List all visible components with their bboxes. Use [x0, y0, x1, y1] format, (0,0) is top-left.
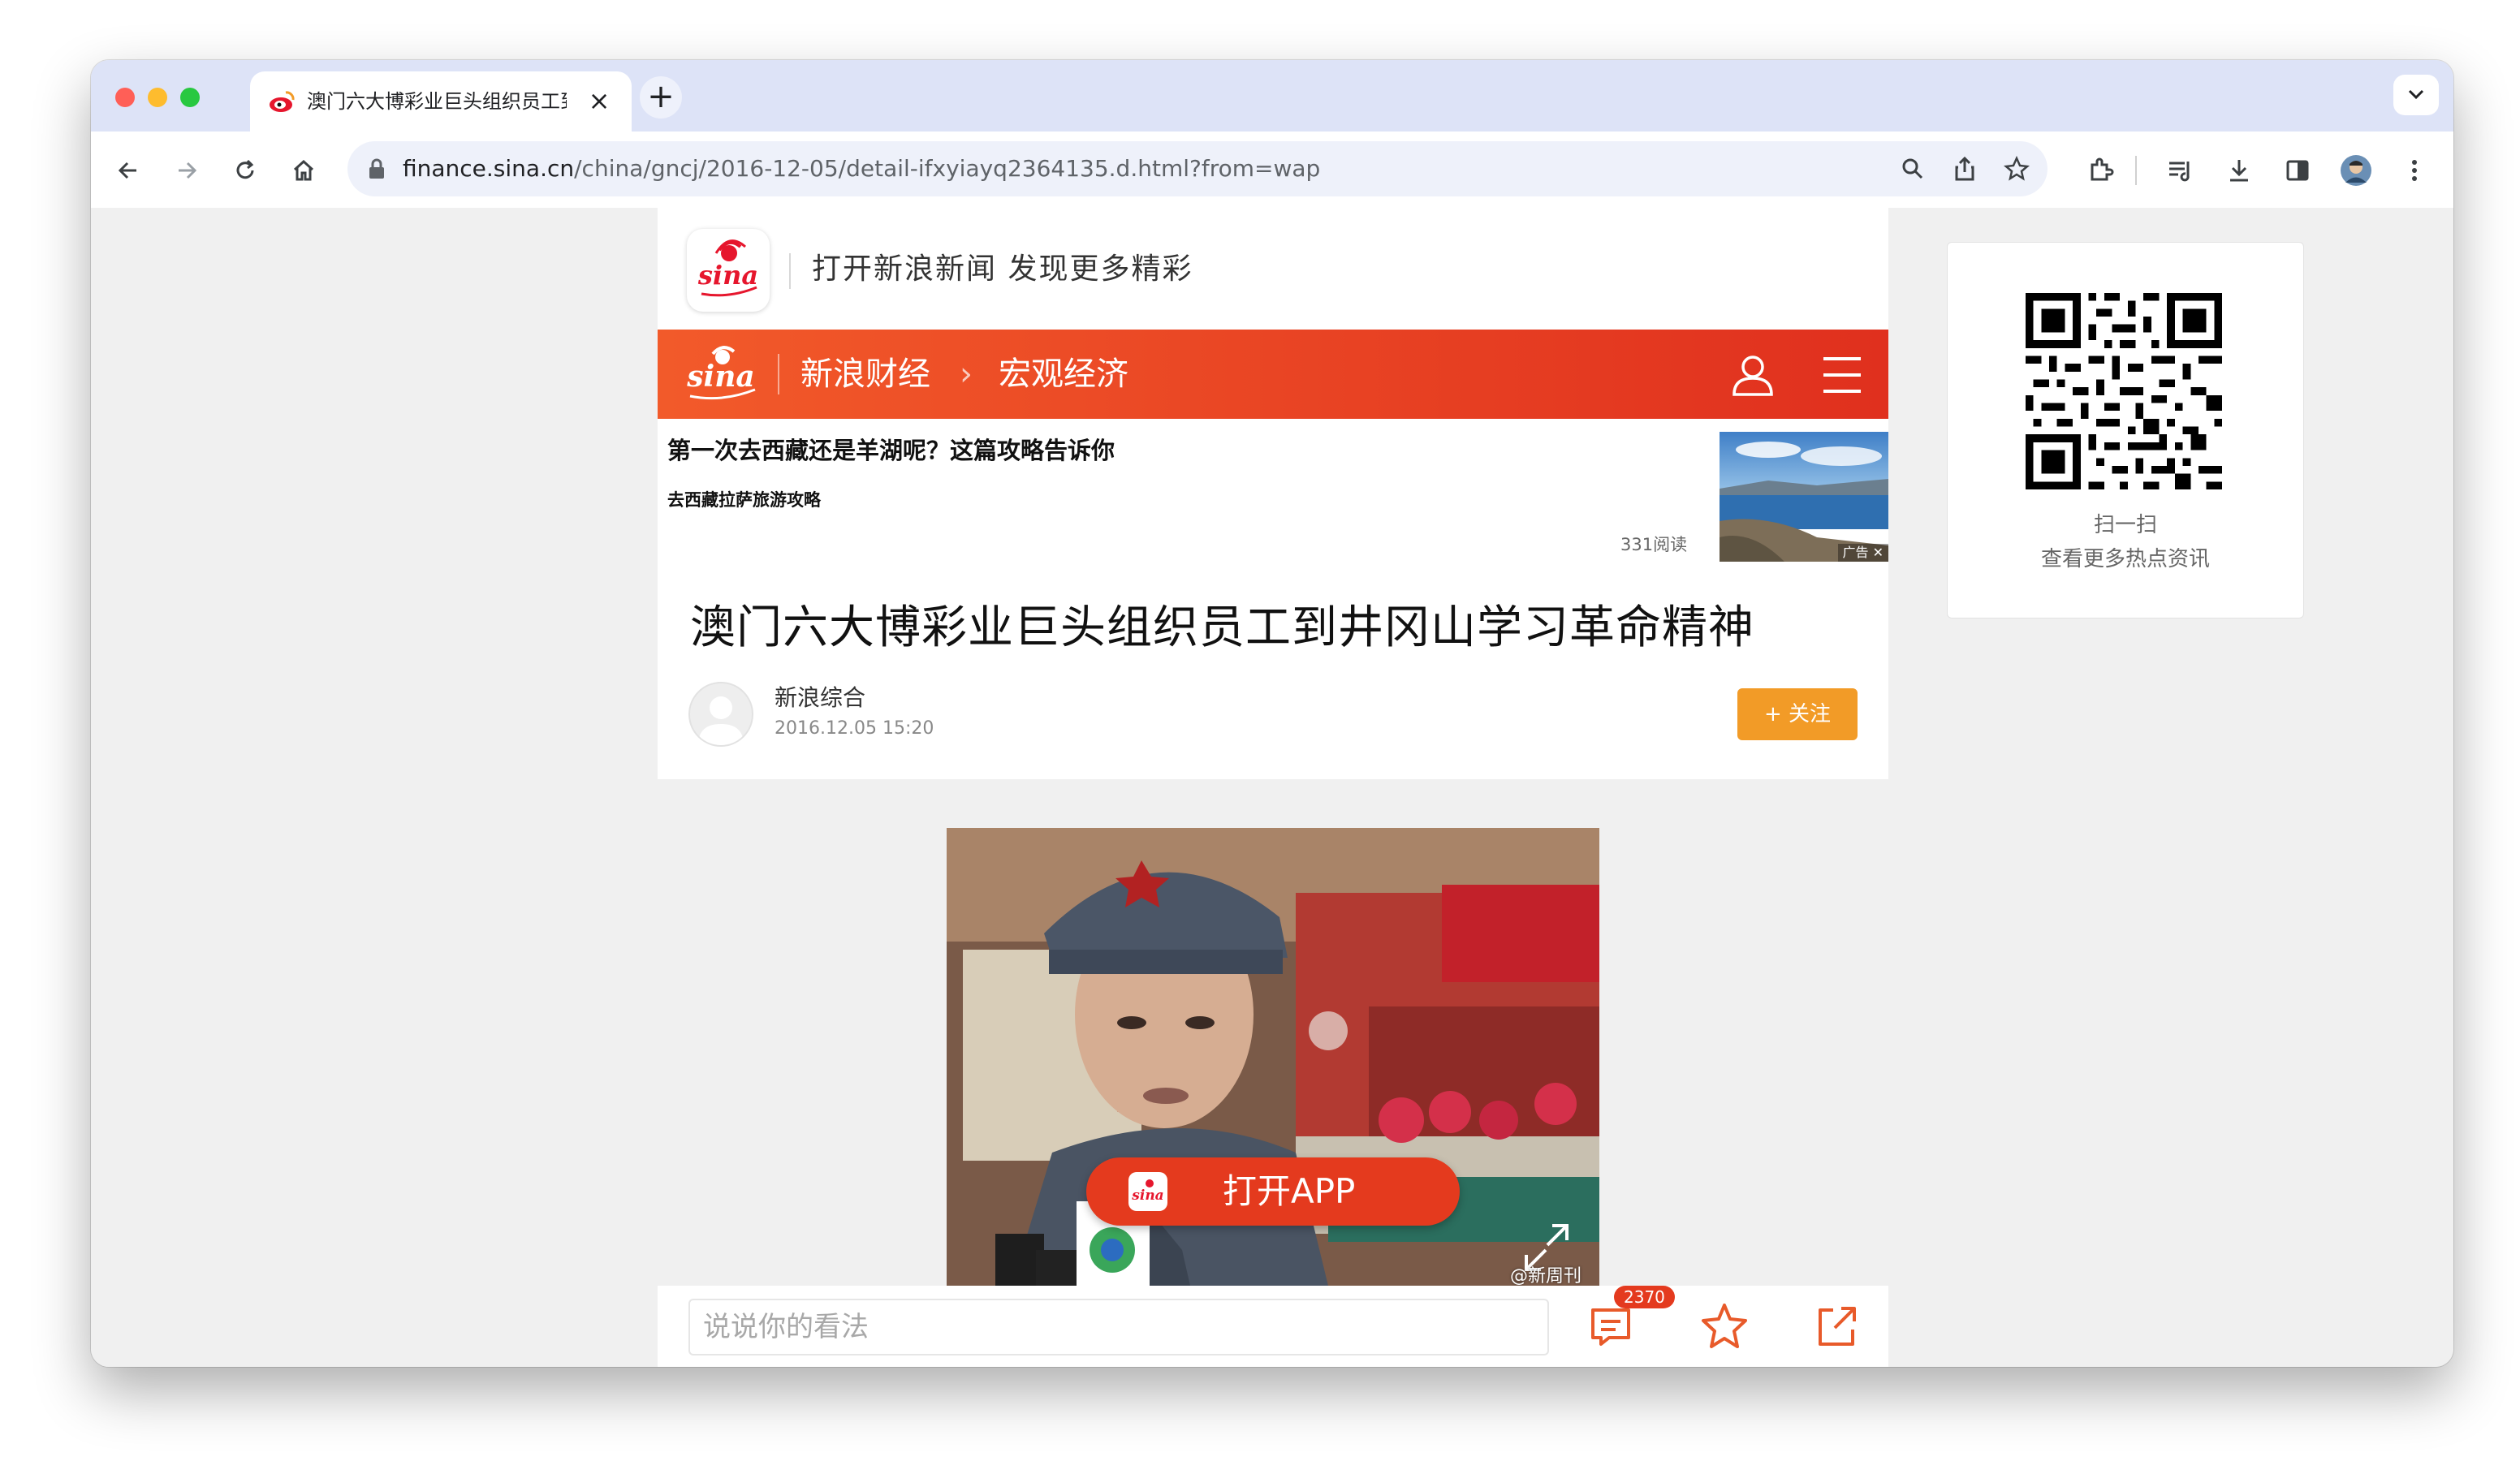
more-menu-button[interactable] [2392, 148, 2437, 193]
article-header-section: 第一次去西藏还是羊湖呢？这篇攻略告诉你 去西藏拉萨旅游攻略 331阅读 广告 ✕… [658, 419, 1888, 779]
browser-toolbar: finance.sina.cn/china/gncj/2016-12-05/de… [91, 131, 2453, 209]
reload-button[interactable] [222, 148, 268, 193]
active-tab[interactable]: 澳门六大博彩业巨头组织员工到井冈山学习革命精神 × [250, 71, 632, 131]
new-tab-button[interactable]: + [640, 76, 682, 119]
reading-list-button[interactable] [2158, 148, 2203, 193]
toolbar-divider [2135, 156, 2137, 185]
extensions-button[interactable] [2078, 148, 2124, 193]
qr-caption-more: 查看更多热点资讯 [2040, 547, 2210, 571]
qr-caption-scan: 扫一扫 [2093, 513, 2157, 537]
home-button[interactable] [281, 148, 326, 193]
sina-eye-logo-icon: sina [697, 239, 758, 297]
bookmark-star-icon[interactable] [2004, 156, 2030, 182]
nav-divider [778, 354, 779, 394]
page-viewport: sina 打开新浪新闻 发现更多精彩 sina 新浪财经 › 宏观经济 第一次去… [91, 208, 2453, 1367]
sina-favicon-icon [270, 91, 295, 112]
close-window-button[interactable] [115, 88, 135, 107]
sina-app-logo-small: sina [1128, 1172, 1167, 1211]
ad-subtitle: 去西藏拉萨旅游攻略 [667, 490, 821, 510]
download-icon [2230, 160, 2248, 182]
qr-code-image [2026, 293, 2222, 489]
comment-count-badge: 2370 [1614, 1286, 1675, 1308]
ad-read-count: 331阅读 [1620, 535, 1688, 554]
qr-code-card: 扫一扫 查看更多热点资讯 [1947, 242, 2304, 618]
follow-button[interactable]: + 关注 [1737, 688, 1858, 740]
minimize-window-button[interactable] [148, 88, 167, 107]
home-icon [293, 159, 314, 181]
reading-list-icon [2169, 162, 2190, 182]
tab-title: 澳门六大博彩业巨头组织员工到井冈山学习革命精神 [307, 90, 567, 113]
author-name[interactable]: 新浪综合 [775, 682, 865, 714]
comment-input[interactable] [688, 1299, 1549, 1355]
user-icon[interactable] [1729, 351, 1776, 398]
chevron-down-icon [2408, 89, 2424, 100]
profile-button[interactable] [2333, 148, 2379, 193]
lake-landscape-image [1720, 432, 1888, 562]
sina-logo[interactable]: sina [677, 339, 766, 409]
banner-slogan: 打开新浪新闻 发现更多精彩 [812, 252, 1193, 286]
svg-text:sina: sina [686, 360, 754, 394]
forward-button[interactable] [164, 148, 209, 193]
forward-icon [179, 162, 197, 179]
tab-close-icon[interactable]: × [585, 86, 614, 115]
app-download-banner[interactable]: sina 打开新浪新闻 发现更多精彩 [658, 208, 1888, 330]
browser-window: 澳门六大博彩业巨头组织员工到井冈山学习革命精神 × + finance.sina… [91, 60, 2453, 1367]
nav-subsection-link[interactable]: 宏观经济 [999, 351, 1128, 398]
sina-nav-bar: sina 新浪财经 › 宏观经济 [658, 330, 1888, 419]
tab-strip: 澳门六大博彩业巨头组织员工到井冈山学习革命精神 × + [91, 60, 2453, 131]
author-avatar[interactable] [688, 682, 753, 747]
favorite-star-icon[interactable] [1698, 1300, 1750, 1352]
zoom-icon[interactable] [1901, 157, 1924, 180]
back-button[interactable] [106, 148, 151, 193]
sina-app-logo: sina [687, 229, 770, 312]
publish-date: 2016.12.05 15:20 [775, 718, 934, 739]
address-bar[interactable]: finance.sina.cn/china/gncj/2016-12-05/de… [347, 141, 2048, 196]
share-icon[interactable] [1810, 1300, 1862, 1352]
svg-text:sina: sina [697, 260, 758, 291]
open-app-button[interactable]: sina 打开APP [1086, 1157, 1460, 1226]
more-menu-icon [2412, 160, 2417, 181]
ad-thumbnail[interactable]: 广告 ✕ [1720, 432, 1888, 562]
ad-badge[interactable]: 广告 ✕ [1837, 544, 1888, 562]
url-text: finance.sina.cn/china/gncj/2016-12-05/de… [403, 155, 1321, 182]
comment-bar: 2370 [658, 1286, 1888, 1367]
article-column: sina 打开新浪新闻 发现更多精彩 sina 新浪财经 › 宏观经济 第一次去… [658, 208, 1888, 1367]
breadcrumb-chevron-icon: › [960, 356, 973, 393]
default-avatar-icon [698, 696, 744, 745]
back-icon [118, 162, 136, 179]
reload-icon [236, 159, 254, 179]
nav-section-link[interactable]: 新浪财经 [800, 351, 930, 398]
download-button[interactable] [2216, 148, 2262, 193]
hamburger-menu-icon[interactable] [1822, 356, 1862, 394]
side-panel-button[interactable] [2275, 148, 2320, 193]
zoom-window-button[interactable] [180, 88, 200, 107]
svg-text:sina: sina [1131, 1187, 1163, 1204]
profile-avatar [2341, 155, 2371, 186]
open-app-label: 打开APP [1223, 1171, 1356, 1211]
share-icon[interactable] [1953, 156, 1976, 182]
ad-title[interactable]: 第一次去西藏还是羊湖呢？这篇攻略告诉你 [667, 433, 1115, 468]
tab-search-button[interactable] [2393, 75, 2439, 115]
side-panel-icon [2286, 160, 2309, 181]
banner-divider [789, 253, 791, 289]
article-title: 澳门六大博彩业巨头组织员工到井冈山学习革命精神 [690, 601, 1754, 654]
extensions-icon [2091, 157, 2114, 181]
lock-icon [369, 158, 384, 179]
